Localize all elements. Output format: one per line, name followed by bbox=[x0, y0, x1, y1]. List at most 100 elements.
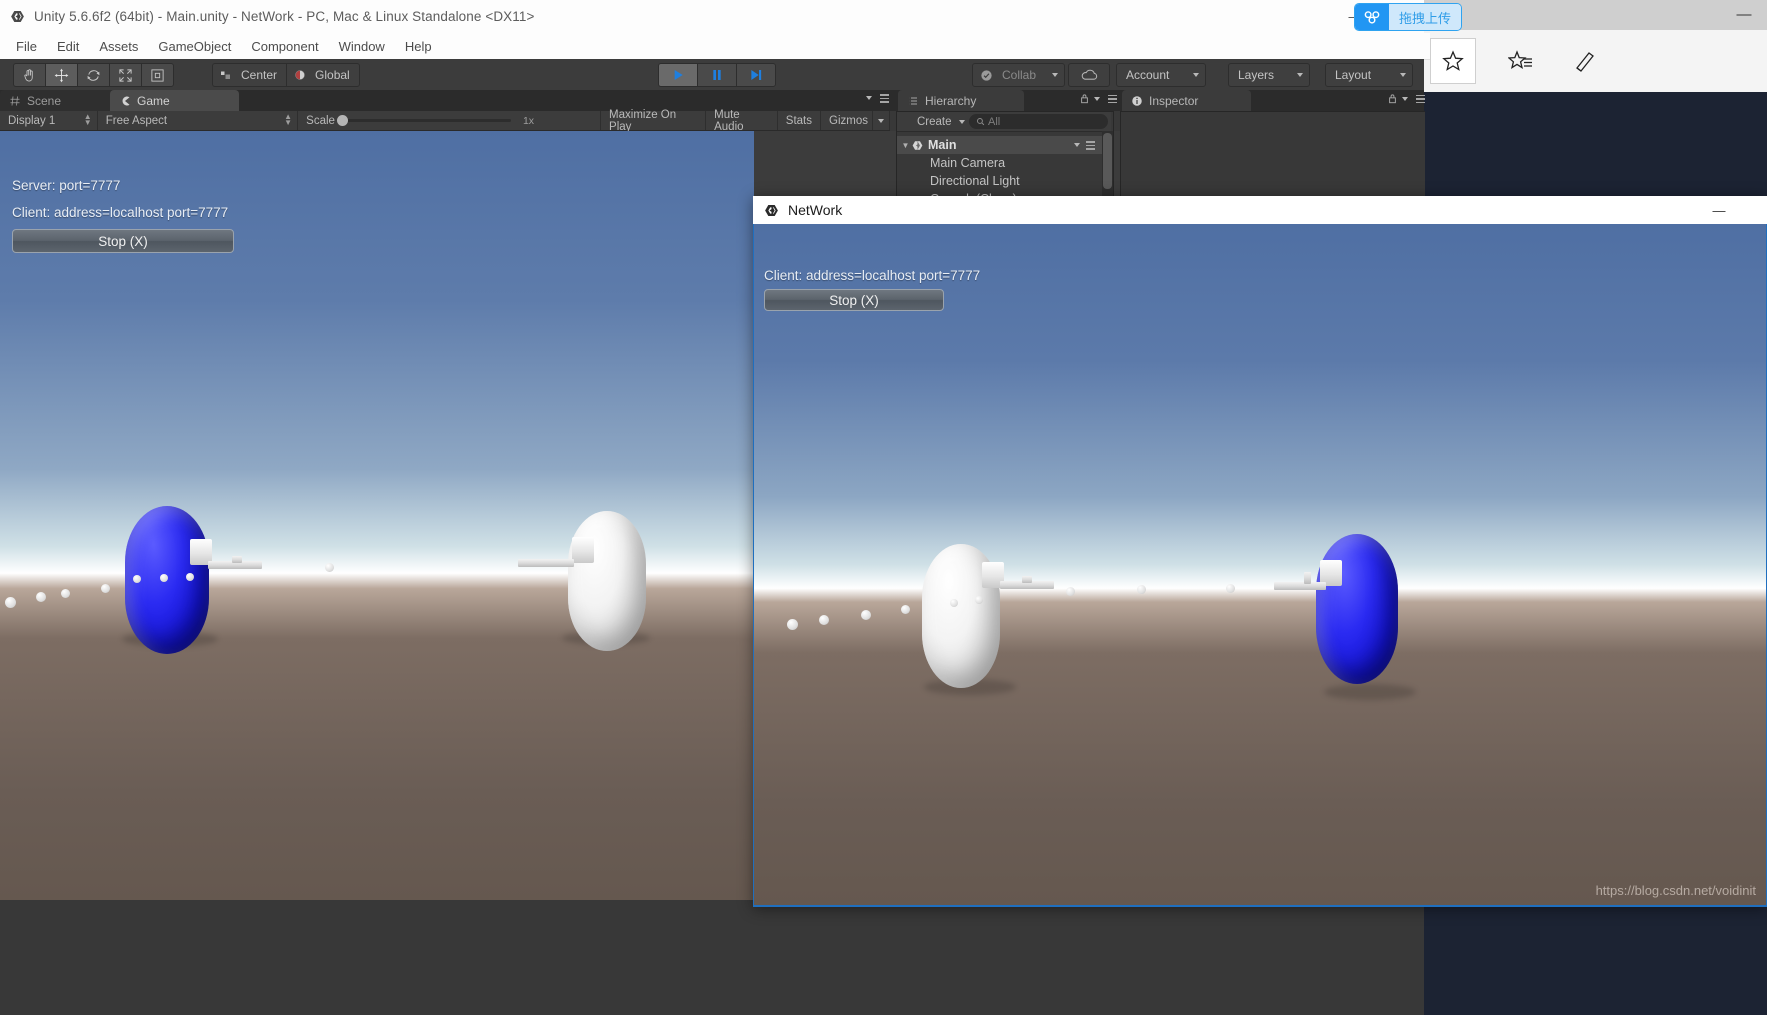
chevron-down-icon bbox=[1052, 73, 1059, 77]
account-button[interactable]: Account bbox=[1116, 63, 1206, 87]
chevron-down-icon[interactable]: ▼ bbox=[900, 141, 911, 150]
tab-inspector[interactable]: Inspector bbox=[1122, 90, 1251, 111]
hierarchy-options[interactable] bbox=[1080, 93, 1117, 104]
unity-titlebar: Unity 5.6.6f2 (64bit) - Main.unity - Net… bbox=[0, 0, 1424, 34]
network-minimize-button[interactable]: — bbox=[1701, 200, 1737, 220]
scene-menu-icon[interactable] bbox=[1074, 140, 1095, 150]
star-list-icon[interactable] bbox=[1498, 38, 1544, 84]
scale-slider-track[interactable] bbox=[336, 115, 511, 126]
hierarchy-list-icon bbox=[909, 97, 917, 104]
gizmos-toggle[interactable]: Gizmos bbox=[821, 111, 873, 130]
create-button[interactable]: Create bbox=[897, 116, 971, 128]
hierarchy-scrollbar-thumb[interactable] bbox=[1103, 133, 1112, 189]
player-capsule-blue bbox=[1316, 534, 1398, 684]
pivot-handle-group: Center Global bbox=[212, 63, 360, 87]
move-tool-button[interactable] bbox=[45, 63, 77, 87]
pivot-mode-button[interactable]: Center bbox=[212, 63, 287, 87]
menu-window[interactable]: Window bbox=[329, 36, 395, 57]
menu-component[interactable]: Component bbox=[241, 36, 328, 57]
aspect-dropdown[interactable]: Free Aspect ▲ ▼ bbox=[98, 111, 299, 130]
tab-hierarchy[interactable]: Hierarchy bbox=[898, 90, 1024, 111]
game-pacman-icon bbox=[122, 96, 130, 105]
scale-value: 1x bbox=[522, 114, 535, 127]
menu-file[interactable]: File bbox=[6, 36, 47, 57]
lock-icon bbox=[1081, 94, 1088, 104]
network-game-render[interactable]: Client: address=localhost port=7777 Stop… bbox=[754, 224, 1766, 905]
menu-edit[interactable]: Edit bbox=[47, 36, 89, 57]
bullet bbox=[1137, 585, 1146, 594]
star-icon[interactable] bbox=[1430, 38, 1476, 84]
upload-chip[interactable]: 拖拽上传 bbox=[1355, 4, 1462, 30]
bullet bbox=[901, 605, 910, 614]
hierarchy-label-directional-light: Directional Light bbox=[930, 174, 1020, 188]
bullet bbox=[975, 596, 983, 604]
layers-label: Layers bbox=[1238, 68, 1275, 82]
pause-button[interactable] bbox=[697, 63, 736, 87]
bullet bbox=[950, 599, 958, 607]
services-button[interactable] bbox=[1068, 63, 1110, 87]
bullet bbox=[787, 619, 798, 630]
move-icon bbox=[54, 68, 69, 82]
panel-menu-icon bbox=[1412, 94, 1425, 104]
unity-logo-icon bbox=[9, 8, 26, 25]
tab-scene[interactable]: Scene bbox=[0, 90, 120, 111]
layout-button[interactable]: Layout bbox=[1325, 63, 1413, 87]
stats-toggle[interactable]: Stats bbox=[778, 111, 822, 130]
bullet bbox=[325, 563, 334, 572]
weapon-body-white bbox=[572, 537, 594, 563]
layers-button[interactable]: Layers bbox=[1228, 63, 1310, 87]
game-view-toolbar: Display 1 ▲ ▼ Free Aspect ▲ ▼ Scale 1x Max… bbox=[0, 109, 890, 133]
browser-minimize-button[interactable]: — bbox=[1735, 6, 1753, 24]
menu-gameobject[interactable]: GameObject bbox=[148, 36, 241, 57]
bullet bbox=[819, 615, 829, 625]
weapon-sight-blue bbox=[1304, 572, 1311, 584]
tab-game-label: Game bbox=[137, 93, 170, 108]
bullet bbox=[1066, 587, 1075, 596]
pivot-mode-label: Center bbox=[241, 68, 278, 82]
gameview-options[interactable] bbox=[866, 93, 889, 103]
panel-menu-icon bbox=[1104, 94, 1117, 104]
gizmos-dropdown[interactable] bbox=[873, 111, 890, 130]
menu-help[interactable]: Help bbox=[395, 36, 442, 57]
bullet bbox=[36, 592, 46, 602]
menu-assets[interactable]: Assets bbox=[89, 36, 148, 57]
playback-controls-group bbox=[658, 63, 776, 87]
hierarchy-row-main[interactable]: ▼ Main bbox=[897, 136, 1111, 154]
handle-space-label: Global bbox=[315, 68, 350, 82]
bullet bbox=[861, 610, 871, 620]
search-icon bbox=[977, 118, 985, 126]
scale-tool-button[interactable] bbox=[109, 63, 141, 87]
display-dropdown[interactable]: Display 1 ▲ ▼ bbox=[0, 111, 98, 130]
tab-game[interactable]: Game bbox=[110, 90, 239, 111]
pen-icon[interactable] bbox=[1562, 38, 1608, 84]
scale-icon bbox=[119, 68, 132, 82]
hand-icon bbox=[24, 68, 33, 81]
rect-transform-tool-button[interactable] bbox=[141, 63, 174, 87]
step-button[interactable] bbox=[736, 63, 776, 87]
scale-slider[interactable]: Scale bbox=[298, 111, 515, 130]
stop-button[interactable]: Stop (X) bbox=[12, 229, 234, 253]
handle-space-button[interactable]: Global bbox=[286, 63, 360, 87]
network-stop-button[interactable]: Stop (X) bbox=[764, 289, 944, 311]
cloud-icon bbox=[1081, 69, 1097, 80]
search-input[interactable]: All bbox=[969, 114, 1108, 129]
step-icon bbox=[751, 70, 762, 80]
hand-tool-button[interactable] bbox=[13, 63, 45, 87]
network-window-title: NetWork bbox=[788, 202, 843, 218]
mute-audio-toggle[interactable]: Mute Audio bbox=[706, 109, 778, 133]
network-hud-client-line: Client: address=localhost port=7777 bbox=[764, 268, 981, 283]
browser-titlebar: — bbox=[1424, 0, 1767, 30]
play-button[interactable] bbox=[658, 63, 697, 87]
scale-label: Scale bbox=[306, 114, 335, 127]
network-titlebar: NetWork — bbox=[753, 196, 1767, 224]
rotate-tool-button[interactable] bbox=[77, 63, 109, 87]
player-capsule-white bbox=[568, 511, 646, 651]
collab-button[interactable]: Collab bbox=[972, 63, 1066, 87]
game-view-render[interactable]: Server: port=7777 Client: address=localh… bbox=[0, 131, 754, 900]
create-label: Create bbox=[917, 115, 952, 128]
inspector-options[interactable] bbox=[1388, 93, 1425, 104]
maximize-on-play-toggle[interactable]: Maximize On Play bbox=[600, 109, 707, 133]
panel-menu-icon bbox=[876, 93, 889, 103]
scale-slider-knob[interactable] bbox=[336, 115, 348, 126]
chevron-updown-icon: ▲ ▼ bbox=[284, 112, 293, 127]
